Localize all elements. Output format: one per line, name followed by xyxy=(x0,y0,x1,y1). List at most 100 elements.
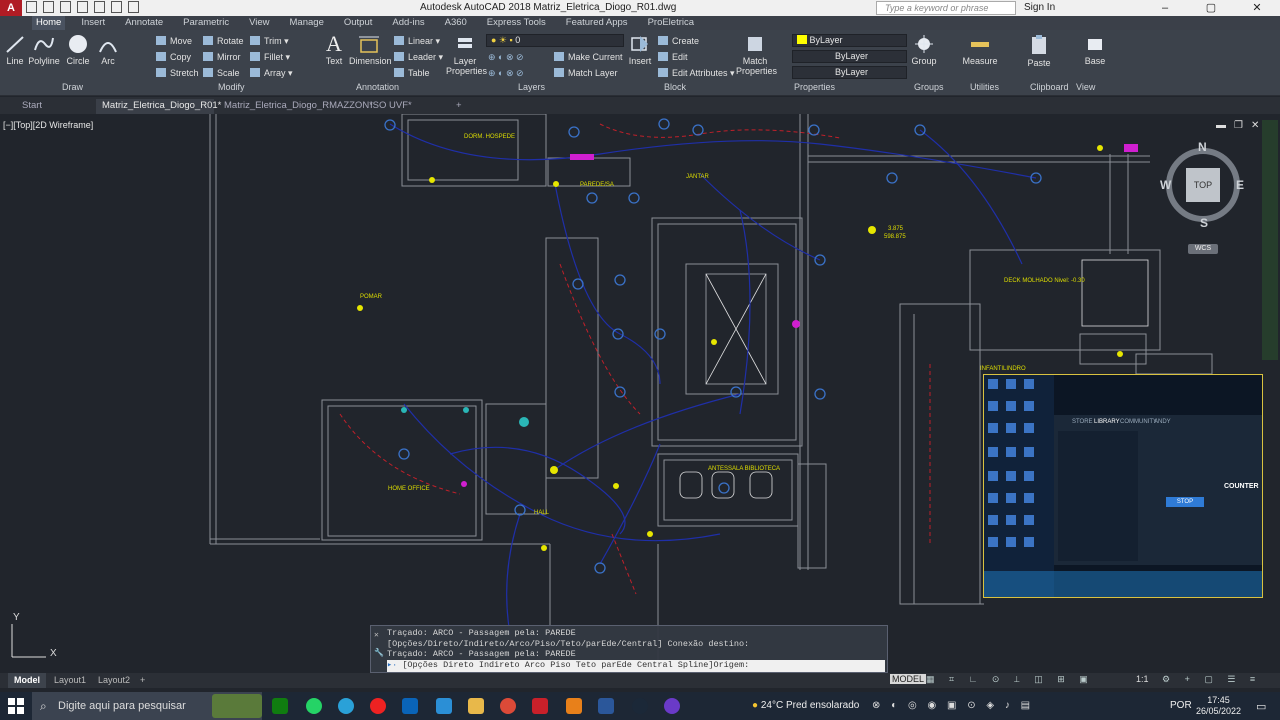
steam-community-tab[interactable]: COMMUNITY xyxy=(1120,419,1157,425)
move-button[interactable]: Move xyxy=(156,36,192,46)
create-block-button[interactable]: Create xyxy=(658,36,699,46)
table-button[interactable]: Table xyxy=(394,68,430,78)
notifications-icon[interactable]: ▭ xyxy=(1256,700,1266,713)
file-tab-matriz-r01[interactable]: Matriz_Eletrica_Diogo_R01* xyxy=(96,99,221,114)
sign-in-button[interactable]: Sign In xyxy=(1024,2,1055,13)
steam-game-list[interactable] xyxy=(1058,431,1138,561)
new-tab-button[interactable]: + xyxy=(450,99,468,114)
utilities-panel-label[interactable]: Utilities xyxy=(970,82,999,92)
desktop-preview-overlay[interactable]: STORE LIBRARY COMMUNITY ANDY STOP COUNTE… xyxy=(983,374,1263,598)
autocad-taskbar-icon[interactable] xyxy=(532,698,548,714)
viewcube-top-face[interactable]: TOP xyxy=(1186,168,1220,202)
base-view-button[interactable]: Base xyxy=(1082,34,1108,66)
group-button[interactable]: Group xyxy=(911,34,937,66)
annotation-scale[interactable]: 1:1 xyxy=(1136,674,1149,684)
layer-dropdown[interactable]: ● ☀ ▪ 0 xyxy=(486,34,624,47)
compass-south[interactable]: S xyxy=(1200,216,1208,230)
file-explorer-icon[interactable] xyxy=(468,698,484,714)
scale-button[interactable]: Scale xyxy=(203,68,240,78)
youtube-icon[interactable] xyxy=(370,698,386,714)
color-dropdown[interactable]: ByLayer xyxy=(792,34,907,47)
match-properties-button[interactable]: Match Properties xyxy=(736,34,777,76)
stretch-button[interactable]: Stretch xyxy=(156,68,199,78)
viewport-close-button[interactable]: ✕ xyxy=(1251,120,1259,131)
tab-manage[interactable]: Manage xyxy=(286,16,328,30)
outlook-icon[interactable] xyxy=(402,698,418,714)
match-layer-button[interactable]: Match Layer xyxy=(554,68,618,78)
taskbar-clock[interactable]: 17:45 26/05/2022 xyxy=(1196,695,1241,717)
groups-panel-label[interactable]: Groups xyxy=(914,82,944,92)
tab-output[interactable]: Output xyxy=(340,16,377,30)
steam-window[interactable]: STORE LIBRARY COMMUNITY ANDY STOP COUNTE… xyxy=(1054,415,1262,565)
line-button[interactable]: Line xyxy=(4,34,26,66)
print-icon[interactable] xyxy=(94,1,105,13)
clipboard-panel-label[interactable]: Clipboard xyxy=(1030,82,1069,92)
edit-block-button[interactable]: Edit xyxy=(658,52,688,62)
measure-button[interactable]: Measure xyxy=(962,34,998,66)
add-layout-button[interactable]: + xyxy=(134,673,151,688)
linear-dimension-button[interactable]: Linear ▾ xyxy=(394,36,440,47)
status-toggle-icons[interactable]: ▦ ⌗ ∟ ⊙ ⟂ ◫ ⊞ ▣ xyxy=(926,674,1094,685)
tab-insert[interactable]: Insert xyxy=(77,16,109,30)
tab-proeletrica[interactable]: ProEletrica xyxy=(644,16,698,30)
annotation-panel-label[interactable]: Annotation xyxy=(356,82,399,92)
steam-store-tab[interactable]: STORE xyxy=(1072,419,1093,425)
word-icon[interactable] xyxy=(598,698,614,714)
linetype-dropdown[interactable]: ByLayer xyxy=(792,50,907,63)
leader-button[interactable]: Leader ▾ xyxy=(394,52,443,63)
compass-east[interactable]: E xyxy=(1236,178,1244,192)
status-tools-icons[interactable]: ⚙ + ▢ ☰ ≡ xyxy=(1162,674,1261,685)
new-icon[interactable] xyxy=(26,1,37,13)
edit-attributes-button[interactable]: Edit Attributes ▾ xyxy=(658,68,735,79)
steam-user-tab[interactable]: ANDY xyxy=(1154,419,1171,425)
tab-home[interactable]: Home xyxy=(32,16,66,30)
telegram-icon[interactable] xyxy=(338,698,354,714)
tab-addins[interactable]: Add-ins xyxy=(388,16,428,30)
paste-button[interactable]: Paste xyxy=(1026,34,1052,68)
file-tab-start[interactable]: Start xyxy=(16,99,48,114)
mirror-button[interactable]: Mirror xyxy=(203,52,241,62)
tab-annotate[interactable]: Annotate xyxy=(121,16,167,30)
help-search-input[interactable]: Type a keyword or phrase xyxy=(876,1,1016,15)
windows-start-icon[interactable] xyxy=(8,698,24,714)
autocad-logo-icon[interactable]: A xyxy=(0,0,22,16)
make-current-button[interactable]: Make Current xyxy=(554,52,623,62)
minimize-button[interactable]: – xyxy=(1142,0,1188,16)
steam-library-tab[interactable]: LIBRARY xyxy=(1094,419,1120,425)
tab-parametric[interactable]: Parametric xyxy=(179,16,233,30)
array-button[interactable]: Array ▾ xyxy=(250,68,293,79)
obs-icon[interactable] xyxy=(664,698,680,714)
chrome-icon[interactable] xyxy=(500,698,516,714)
layer-properties-button[interactable]: Layer Properties xyxy=(446,34,487,76)
file-tab-matriz-rmazzon[interactable]: Matriz_Eletrica_Diogo_RMAZZON* xyxy=(218,99,373,114)
undo-icon[interactable] xyxy=(111,1,122,13)
viewport-minimize-button[interactable]: ▬ xyxy=(1216,120,1226,131)
viewport-controls-label[interactable]: [−][Top][2D Wireframe] xyxy=(3,120,93,130)
maximize-button[interactable]: ▢ xyxy=(1188,0,1234,16)
language-indicator[interactable]: POR xyxy=(1170,700,1192,711)
xbox-icon[interactable] xyxy=(272,698,288,714)
layout-tab-model[interactable]: Model xyxy=(8,673,46,688)
command-line-window[interactable]: Traçado: ARCO - Passagem pela: PAREDE [O… xyxy=(370,625,888,673)
command-settings-icon[interactable]: 🔧 xyxy=(374,648,384,658)
system-tray-icons[interactable]: ⊗ ◐ ◎ ◉ ▣ ⊙ ◈ ♪ ▤ xyxy=(872,700,1034,711)
command-input[interactable]: ▸· [Opções Direto Indireto Arco Piso Tet… xyxy=(387,660,885,672)
arc-button[interactable]: Arc xyxy=(96,34,120,66)
tab-a360[interactable]: A360 xyxy=(441,16,471,30)
lineweight-dropdown[interactable]: ByLayer xyxy=(792,66,907,79)
save-icon[interactable] xyxy=(60,1,71,13)
tab-featured-apps[interactable]: Featured Apps xyxy=(562,16,632,30)
polyline-button[interactable]: Polyline xyxy=(28,34,60,66)
dimension-button[interactable]: Dimension xyxy=(349,34,392,66)
layers-panel-label[interactable]: Layers xyxy=(518,82,545,92)
layout-tab-layout2[interactable]: Layout2 xyxy=(92,673,136,688)
tool-palette-strip[interactable] xyxy=(1262,120,1278,360)
weather-widget[interactable]: ● 24°C Pred ensolarado xyxy=(752,692,859,720)
layout-tab-layout1[interactable]: Layout1 xyxy=(48,673,92,688)
layer-tools-icons-2[interactable]: ⊕ ◐ ⊗ ⊘ xyxy=(488,68,524,79)
block-panel-label[interactable]: Block xyxy=(664,82,686,92)
tab-view[interactable]: View xyxy=(245,16,273,30)
close-command-line-icon[interactable]: ✕ xyxy=(374,630,379,640)
app-icon-orange[interactable] xyxy=(566,698,582,714)
model-space-toggle[interactable]: MODEL xyxy=(890,674,927,684)
